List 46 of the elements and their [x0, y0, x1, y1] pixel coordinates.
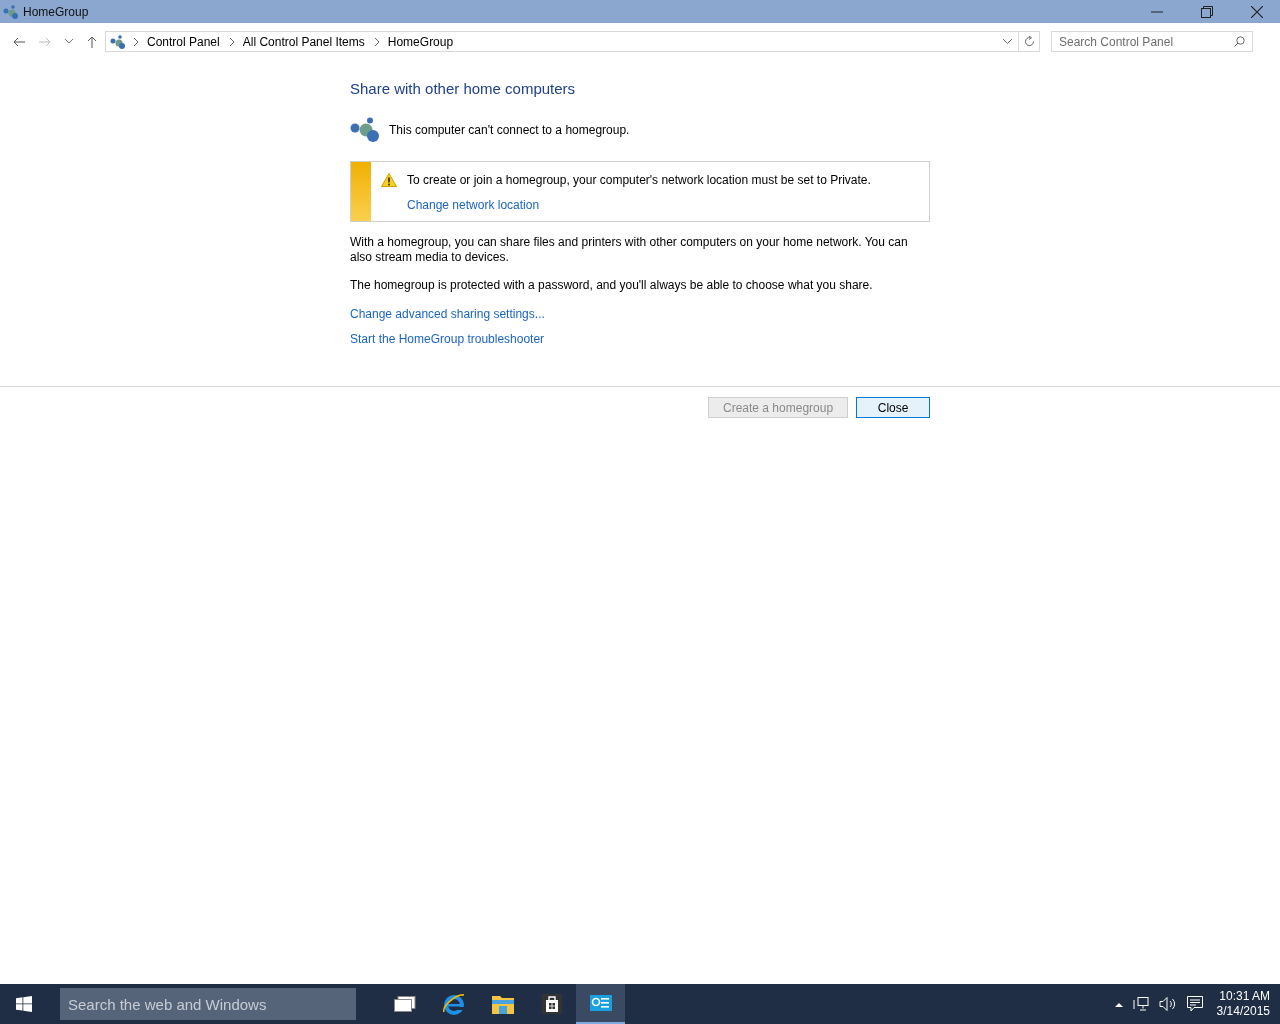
message-icon[interactable] — [1186, 996, 1203, 1012]
taskbar-app-button[interactable] — [576, 984, 625, 1024]
settings-link[interactable]: Change advanced sharing settings... — [350, 307, 545, 321]
folder-icon — [491, 994, 514, 1014]
shopping-bag-icon — [541, 994, 562, 1014]
clock-time: 10:31 AM — [1219, 989, 1270, 1004]
back-arrow-icon[interactable] — [13, 36, 25, 47]
homegroup-icon — [110, 34, 126, 49]
homegroup-icon — [350, 117, 381, 143]
stacked-windows-icon — [393, 996, 416, 1012]
speaker-icon[interactable] — [1158, 996, 1177, 1012]
warning-message: To create or join a homegroup, your computer's network location must be set to Private. — [407, 173, 871, 187]
description-text: The homegroup is protected with a password, and you'll always be able to choose what you share. — [350, 278, 874, 293]
breadcrumb[interactable]: Control Panel — [147, 34, 220, 49]
chevron-icon — [134, 37, 139, 46]
description-text: With a homegroup, you can share files and printers with other computers on your home network. You can also stream media to devices. — [350, 235, 909, 265]
dropdown-caret-icon[interactable] — [1003, 39, 1012, 44]
dropdown-caret-icon[interactable] — [65, 39, 73, 44]
clock-date: 3/14/2015 — [1216, 1004, 1270, 1019]
warning-stripe — [351, 162, 371, 221]
status-message: This computer can't connect to a homegroup. — [389, 123, 630, 137]
close-icon[interactable] — [1251, 5, 1263, 18]
taskbar-search-field[interactable]: Search the web and Windows — [60, 988, 356, 1020]
clock[interactable]: 10:31 AM 3/14/2015 — [1216, 989, 1270, 1019]
chevron-icon — [229, 37, 235, 46]
breadcrumb[interactable]: HomeGroup — [387, 34, 454, 49]
network-icon[interactable] — [1132, 996, 1149, 1012]
page-heading: Share with other home computers — [350, 80, 577, 97]
window-title: HomeGroup — [23, 4, 89, 19]
refresh-icon — [1023, 36, 1035, 47]
breadcrumb[interactable]: All Control Panel Items — [242, 34, 365, 49]
restore-icon[interactable] — [1201, 5, 1213, 18]
homegroup-icon — [3, 4, 19, 19]
change-network-location-link[interactable]: Change network location — [407, 198, 540, 212]
search-field[interactable]: Search Control Panel — [1051, 31, 1253, 52]
windows-logo-icon — [16, 996, 32, 1012]
up-arrow-icon[interactable] — [87, 35, 97, 48]
settings-link[interactable]: Start the HomeGroup troubleshooter — [350, 332, 545, 346]
address-bar[interactable]: Control Panel All Control Panel Items HomeGroup — [105, 31, 1040, 52]
dialog-button[interactable]: Close — [856, 397, 931, 418]
chevron-icon — [374, 37, 380, 46]
search-icon — [1234, 36, 1245, 47]
browser-e-icon — [441, 992, 466, 1016]
control-panel-icon — [589, 995, 612, 1011]
caret-up-icon[interactable] — [1114, 1001, 1123, 1007]
warning-icon — [381, 173, 397, 187]
